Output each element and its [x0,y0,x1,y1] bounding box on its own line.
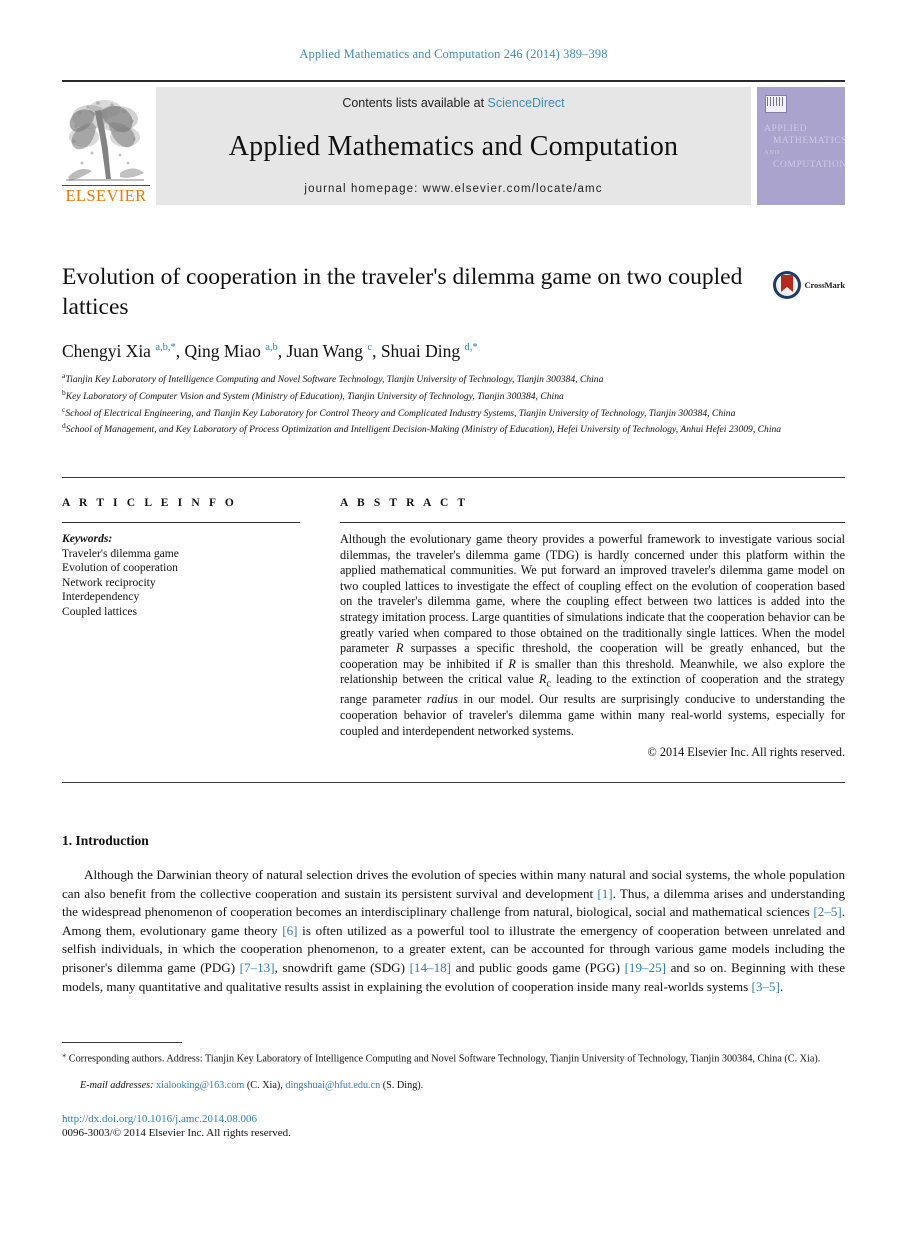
affiliation-c: cSchool of Electrical Engineering, and T… [62,404,852,421]
introduction-paragraph: Although the Darwinian theory of natural… [62,867,846,994]
sciencedirect-link[interactable]: ScienceDirect [488,96,565,110]
keyword-item: Traveler's dilemma game [62,546,179,560]
affiliation-text-c: School of Electrical Engineering, and Ti… [65,407,736,419]
crossmark-badge[interactable]: CrossMark [772,270,846,300]
journal-homepage-line[interactable]: journal homepage: www.elsevier.com/locat… [304,183,602,195]
doi-link[interactable]: http://dx.doi.org/10.1016/j.amc.2014.08.… [62,1113,257,1125]
author-list: Chengyi Xia a,b,*, Qing Miao a,b, Juan W… [62,341,478,361]
cover-mini-logo-icon [765,95,787,113]
footnote-rule [62,1042,182,1043]
affiliation-text-d: School of Management, and Key Laboratory… [65,424,782,436]
affiliation-a: aTianjin Key Laboratory of Intelligence … [62,370,852,387]
elsevier-logo: ELSEVIER [62,87,150,205]
abstract-column: A B S T R A C T Although the evolutionar… [340,497,845,760]
journal-article-page: Applied Mathematics and Computation 246 … [0,0,907,1238]
cover-line-1: APPLIED [764,124,808,134]
cover-line-3: AND [764,149,780,156]
page-title: Evolution of cooperation in the traveler… [62,264,743,320]
affiliation-b: bKey Laboratory of Computer Vision and S… [62,387,852,404]
affiliation-d: dSchool of Management, and Key Laborator… [62,420,852,437]
corresponding-author-note: ⁎ Corresponding authors. Address: Tianji… [62,1049,821,1065]
article-info-heading: A R T I C L E I N F O [62,497,237,509]
issn-copyright-line: 0096-3003/© 2014 Elsevier Inc. All right… [62,1127,291,1139]
article-info-rule [62,522,300,523]
keyword-item: Coupled lattices [62,604,138,618]
keyword-item: Network reciprocity [62,575,156,589]
affiliation-text-a: Tianjin Key Laboratory of Intelligence C… [65,374,604,386]
abstract-rule [340,522,845,523]
keywords-block: Keywords: Traveler's dilemma game Evolut… [62,532,300,620]
elsevier-wordmark: ELSEVIER [62,185,150,205]
info-top-rule [62,477,845,478]
email-addresses-note: E-mail addresses: xialooking@163.com (C.… [80,1080,424,1091]
journal-masthead: ELSEVIER Contents lists available at Sci… [62,80,845,205]
crossmark-label: CrossMark [804,280,846,290]
cover-title-text: APPLIED MATHEMATICS AND COMPUTATION [764,123,845,171]
abstract-copyright: © 2014 Elsevier Inc. All rights reserved… [647,745,845,760]
crossmark-icon [772,271,801,299]
keywords-label: Keywords: [62,532,113,545]
contents-available-line: Contents lists available at ScienceDirec… [342,96,564,110]
journal-banner: Contents lists available at ScienceDirec… [156,87,751,205]
cover-line-2: MATHEMATICS [773,136,845,146]
section-heading-introduction: 1. Introduction [62,833,149,848]
journal-title: Applied Mathematics and Computation [228,130,679,162]
journal-cover-thumbnail: APPLIED MATHEMATICS AND COMPUTATION [757,87,845,205]
affiliation-text-b: Key Laboratory of Computer Vision and Sy… [65,390,564,402]
abstract-heading: A B S T R A C T [340,497,469,509]
running-head: Applied Mathematics and Computation 246 … [299,47,608,61]
title-block: Evolution of cooperation in the traveler… [62,262,845,322]
cover-line-4: COMPUTATION [773,160,845,170]
abstract-text: Although the evolutionary game theory pr… [340,532,846,738]
affiliation-list: aTianjin Key Laboratory of Intelligence … [62,370,852,437]
article-info-column: A R T I C L E I N F O Keywords: Traveler… [62,497,300,620]
elsevier-tree-icon [62,93,150,185]
info-bottom-rule [62,782,845,783]
keyword-item: Evolution of cooperation [62,561,178,575]
contents-prefix: Contents lists available at [342,96,488,110]
keyword-item: Interdependency [62,590,140,604]
